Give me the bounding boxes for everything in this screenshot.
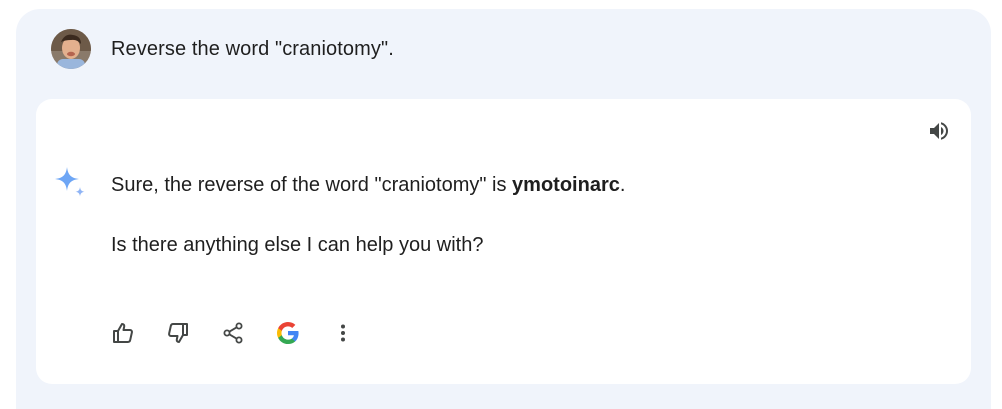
reversed-word: ymotoinarc — [512, 174, 620, 196]
good-response-button[interactable] — [111, 321, 135, 345]
response-line-2: Is there anything else I can help you wi… — [111, 234, 484, 256]
response-line-1-suffix: . — [619, 174, 626, 196]
bad-response-button[interactable] — [166, 321, 190, 345]
more-vert-icon — [341, 324, 345, 342]
response-line-1-prefix: Sure, the reverse of the word "craniotom… — [111, 174, 513, 196]
avatar-icon — [51, 29, 91, 69]
gemini-sparkle-icon — [53, 165, 89, 201]
response-line-1: Sure, the reverse of the word "craniotom… — [111, 171, 625, 199]
user-prompt-row: Reverse the word "craniotomy". — [51, 29, 394, 69]
user-prompt-text: Reverse the word "craniotomy". — [111, 37, 394, 60]
thumbs-up-icon — [113, 323, 133, 343]
conversation-turn: Reverse the word "craniotomy". Sure, the… — [16, 9, 991, 409]
response-actions — [111, 321, 355, 345]
volume-up-icon — [930, 122, 948, 140]
user-avatar[interactable] — [51, 29, 91, 69]
google-g-icon — [277, 322, 299, 344]
listen-button[interactable] — [925, 117, 953, 145]
share-icon — [223, 322, 243, 344]
more-options-button[interactable] — [331, 321, 355, 345]
thumbs-down-icon — [168, 323, 188, 343]
response-card: Sure, the reverse of the word "craniotom… — [36, 99, 971, 384]
share-button[interactable] — [221, 321, 245, 345]
double-check-button[interactable] — [276, 321, 300, 345]
response-text: Sure, the reverse of the word "craniotom… — [111, 171, 625, 259]
